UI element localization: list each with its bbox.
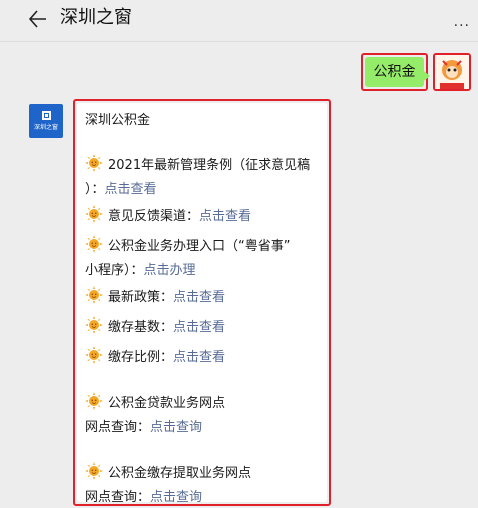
section-heading: 公积金贷款业务网点	[85, 392, 321, 413]
top-bar: 深圳之窗 ...	[0, 0, 478, 42]
sun-emoji-icon	[85, 154, 103, 172]
view-link[interactable]: 点击查看	[173, 320, 225, 335]
section-text: 公积金贷款业务网点	[108, 396, 226, 411]
query-label: 网点查询：	[85, 420, 151, 435]
incoming-message: 深圳公积金 2021年最新管理条例（征求意见稿 ）：点击查看 意见反馈渠道：点击…	[77, 103, 327, 502]
sun-emoji-icon	[85, 316, 103, 334]
section-query: 网点查询：点击查询	[85, 489, 321, 502]
sun-emoji-icon	[85, 392, 103, 410]
item-text: 缴存基数：	[108, 320, 174, 335]
item-text: ）：	[85, 182, 105, 197]
logo-icon	[42, 111, 51, 120]
item-text: 小程序）：	[85, 263, 144, 278]
list-item: 意见反馈渠道：点击查看	[85, 205, 321, 226]
section-text: 公积金缴存提取业务网点	[108, 466, 252, 481]
incoming-message-highlight: 深圳公积金 2021年最新管理条例（征求意见稿 ）：点击查看 意见反馈渠道：点击…	[73, 99, 331, 506]
query-link[interactable]: 点击查询	[150, 420, 202, 435]
query-link[interactable]: 点击查询	[150, 490, 202, 502]
list-item: 缴存基数：点击查看	[85, 316, 321, 337]
item-text: 意见反馈渠道：	[108, 209, 200, 224]
sun-emoji-icon	[85, 346, 103, 364]
list-item: 最新政策：点击查看	[85, 286, 321, 307]
outgoing-message[interactable]: 公积金	[365, 57, 430, 87]
item-text: 公积金业务办理入口（“粤省事”	[108, 239, 291, 254]
sun-emoji-icon	[85, 286, 103, 304]
list-item: 2021年最新管理条例（征求意见稿	[85, 154, 321, 175]
sun-emoji-icon	[85, 235, 103, 253]
list-item-continued: ）：点击查看	[85, 181, 321, 199]
item-text: 缴存比例：	[108, 350, 174, 365]
sun-emoji-icon	[85, 462, 103, 480]
section-heading: 公积金缴存提取业务网点	[85, 462, 321, 483]
item-text: 2021年最新管理条例（征求意见稿	[108, 158, 311, 173]
view-link[interactable]: 点击查看	[199, 209, 251, 224]
section-query: 网点查询：点击查询	[85, 419, 321, 437]
handle-link[interactable]: 点击办理	[144, 263, 196, 278]
bot-avatar[interactable]: 深圳之窗	[29, 104, 63, 138]
bot-avatar-label: 深圳之窗	[33, 124, 58, 131]
sun-emoji-icon	[85, 205, 103, 223]
back-arrow-icon[interactable]	[28, 8, 54, 32]
list-item-continued: 小程序）：点击办理	[85, 262, 321, 280]
user-avatar[interactable]	[433, 53, 471, 91]
chat-title: 深圳之窗	[60, 7, 132, 28]
view-link[interactable]: 点击查看	[173, 350, 225, 365]
list-item: 缴存比例：点击查看	[85, 346, 321, 367]
outgoing-message-highlight: 公积金	[361, 53, 430, 91]
message-heading: 深圳公积金	[85, 113, 151, 128]
list-item: 公积金业务办理入口（“粤省事”	[85, 235, 321, 256]
view-link[interactable]: 点击查看	[105, 182, 157, 197]
more-options-icon[interactable]: ...	[454, 14, 470, 30]
query-label: 网点查询：	[85, 490, 151, 502]
item-text: 最新政策：	[108, 290, 174, 305]
view-link[interactable]: 点击查看	[173, 290, 225, 305]
